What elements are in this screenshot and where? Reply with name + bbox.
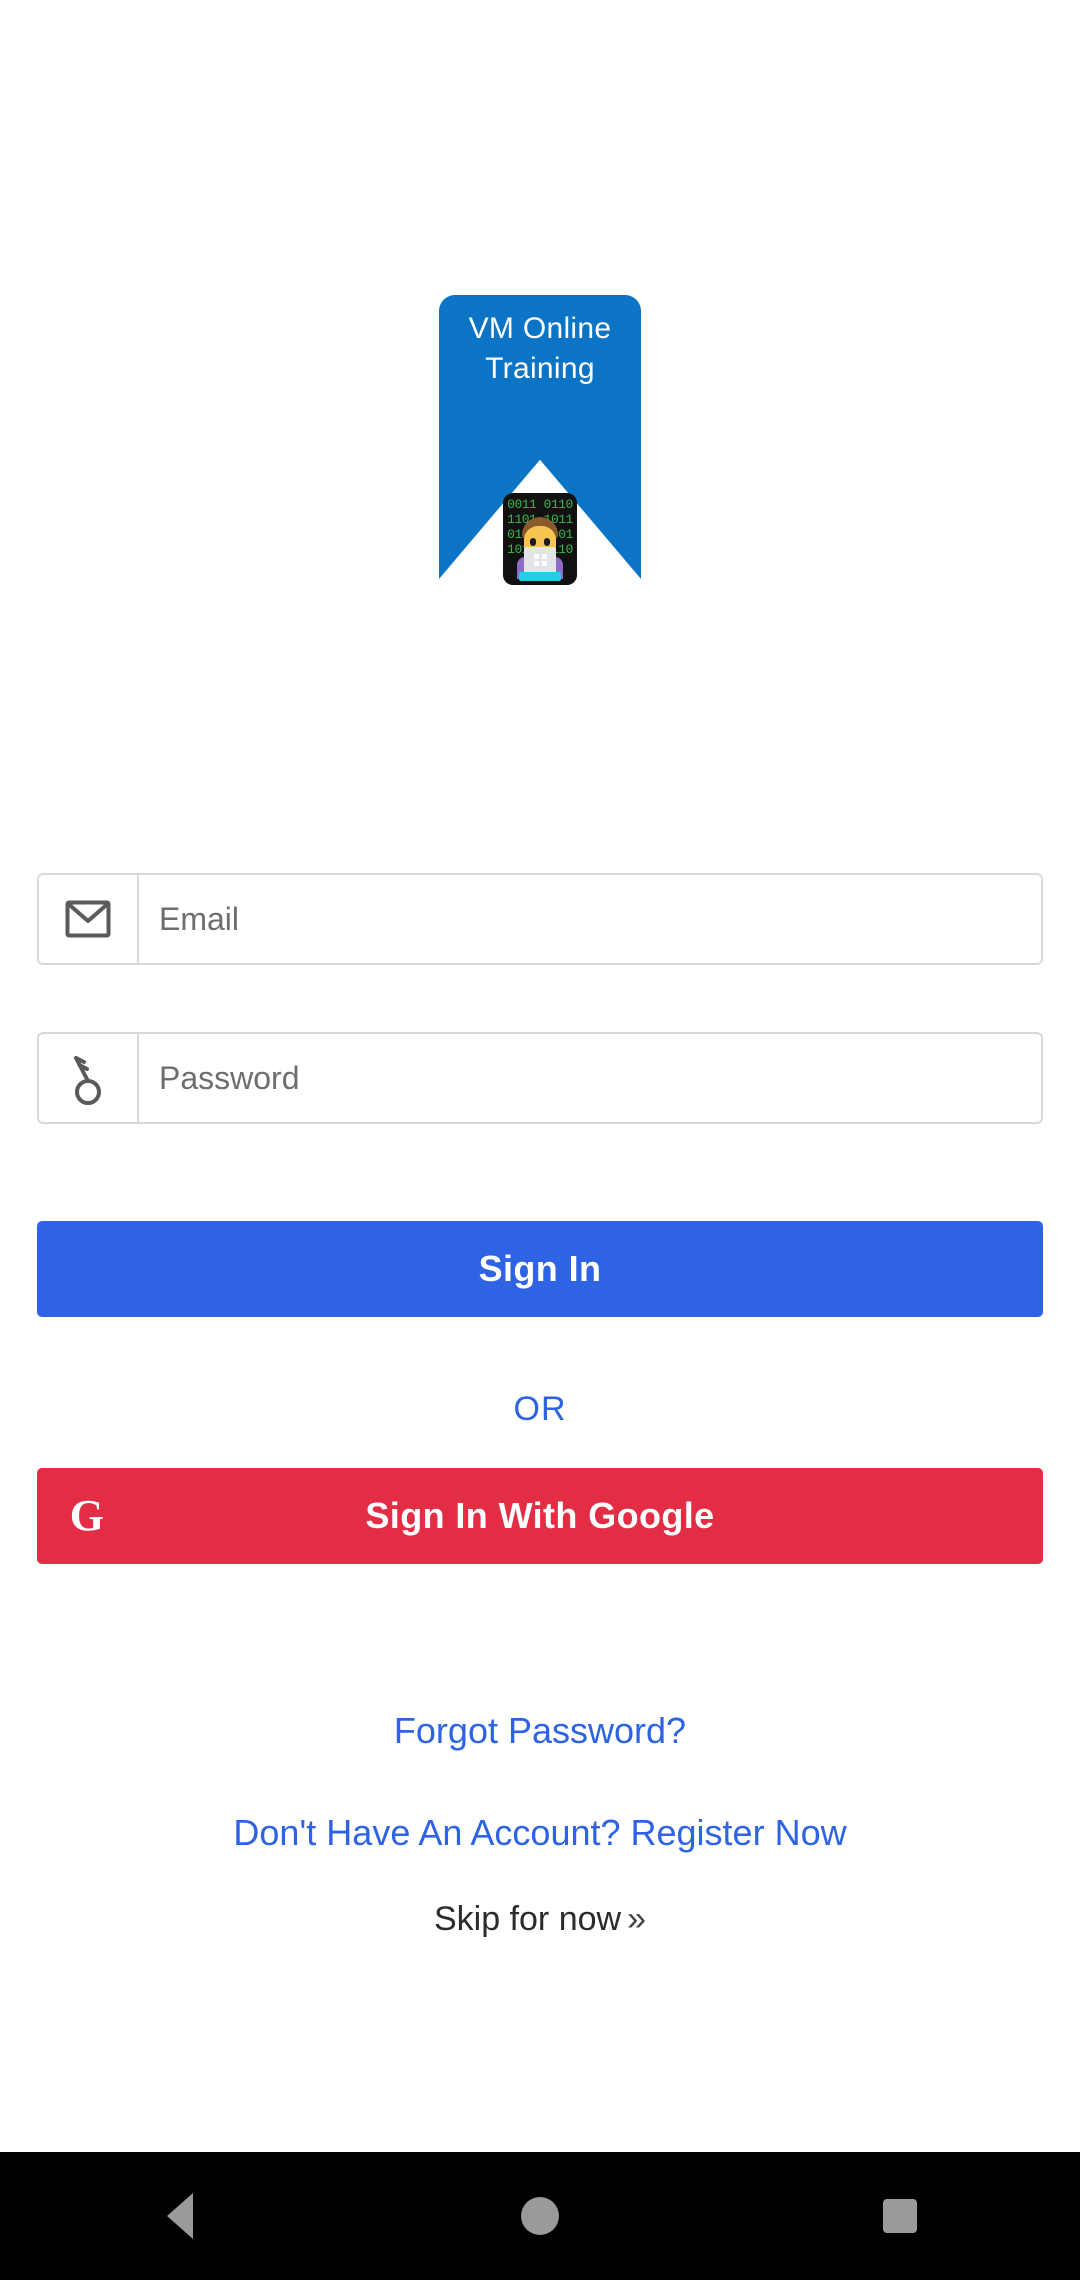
avatar-laptop-screen [524,547,556,573]
email-field[interactable] [37,873,1043,965]
avatar-laptop-key [534,554,539,559]
avatar-person-graphic [513,511,567,585]
email-input-cell[interactable] [139,875,1041,963]
android-navigation-bar [0,2152,1080,2280]
avatar-eye-left [530,538,536,546]
skip-for-now-button[interactable]: Skip for now» [0,1900,1080,1939]
avatar-laptop-key [534,561,539,566]
double-chevron-right-icon: » [627,1900,646,1938]
avatar-laptop-key [542,554,547,559]
google-button-label: Sign In With Google [365,1495,715,1536]
password-field[interactable] [37,1032,1043,1124]
logo-title: VM Online Training [468,312,612,385]
login-content: VM Online Training 0011 0110 1101 1011 0… [0,0,1080,2152]
email-input[interactable] [159,900,1041,938]
home-circle-icon [521,2197,559,2235]
password-input[interactable] [159,1059,1041,1097]
google-g-icon: G [69,1491,105,1540]
envelope-icon [39,875,139,963]
forgot-password-link[interactable]: Forgot Password? [0,1710,1080,1752]
key-icon [39,1034,139,1122]
skip-label: Skip for now [433,1900,622,1938]
password-input-cell[interactable] [139,1034,1041,1122]
sign-in-button[interactable]: Sign In [37,1221,1043,1317]
home-button[interactable] [450,2152,630,2280]
back-button[interactable] [90,2152,270,2280]
recents-button[interactable] [810,2152,990,2280]
back-triangle-icon [167,2193,193,2239]
app-logo: VM Online Training 0011 0110 1101 1011 0… [439,295,641,585]
or-separator-label: OR [513,1390,567,1428]
technologist-avatar-icon: 0011 0110 1101 1011 0101 1001 1011 0110 [503,493,577,585]
avatar-laptop-base [519,572,561,581]
recents-square-icon [883,2199,917,2233]
login-screen: VM Online Training 0011 0110 1101 1011 0… [0,0,1080,2280]
avatar-eye-right [544,538,550,546]
avatar-laptop-key [542,561,547,566]
register-now-link[interactable]: Don't Have An Account? Register Now [0,1812,1080,1854]
sign-in-with-google-button[interactable]: G Sign In With Google [37,1468,1043,1564]
